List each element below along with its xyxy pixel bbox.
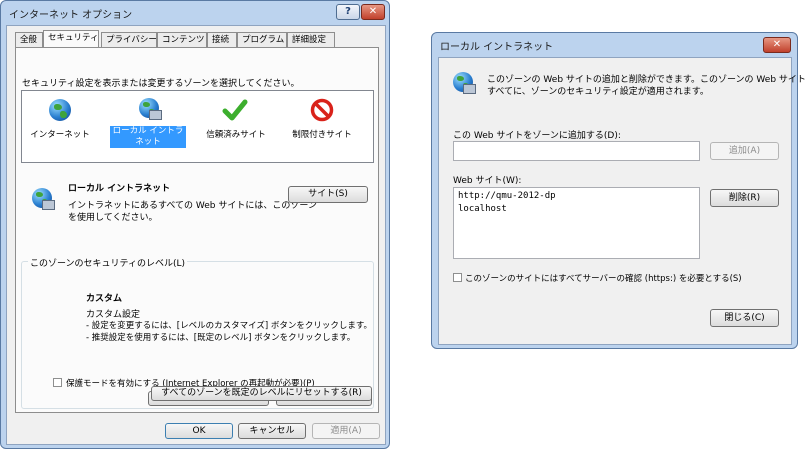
zone-info-description-line2: を使用してください。	[68, 213, 158, 223]
info-text-line2: すべてに、ゾーンのセキュリティ設定が適用されます。	[487, 87, 709, 97]
tab-general[interactable]: 全般	[15, 32, 43, 47]
dialog-title: ローカル イントラネット	[440, 42, 554, 53]
globe-icon	[49, 99, 71, 121]
title-bar[interactable]: インターネット オプション ? ✕	[1, 1, 389, 25]
help-icon: ?	[345, 6, 351, 17]
list-item[interactable]: http://qmu-2012-dp	[458, 191, 556, 201]
close-dialog-button[interactable]: 閉じる(C)	[710, 309, 779, 327]
zone-label: ローカル イントラネット	[110, 126, 186, 148]
tab-connections[interactable]: 接続	[207, 32, 237, 47]
zone-restricted-sites[interactable]: 制限付きサイト	[284, 95, 360, 155]
local-intranet-dialog: ローカル イントラネット ✕ このゾーンの Web サイトの追加と削除ができます…	[431, 32, 806, 349]
remove-button[interactable]: 削除(R)	[710, 189, 779, 207]
tab-security[interactable]: セキュリティ	[43, 30, 99, 47]
intranet-globe-icon	[451, 72, 477, 96]
reset-all-zones-button[interactable]: すべてのゾーンを既定のレベルにリセットする(R)	[151, 386, 372, 401]
websites-list[interactable]: http://qmu-2012-dp localhost	[453, 187, 700, 259]
tab-advanced[interactable]: 詳細設定	[287, 32, 335, 47]
security-level-group-label: このゾーンのセキュリティのレベル(L)	[28, 256, 188, 269]
zone-list[interactable]: インターネット ローカル イントラネット 信頼済みサイト 制限付きサイト	[21, 90, 374, 163]
tab-content[interactable]: コンテンツ	[157, 32, 207, 47]
list-item[interactable]: localhost	[458, 204, 507, 214]
title-bar[interactable]: ローカル イントラネット ✕	[432, 33, 797, 57]
ok-button[interactable]: OK	[165, 423, 233, 439]
security-level-bullet-1: - 設定を変更するには、[レベルのカスタマイズ] ボタンをクリックします。	[86, 321, 373, 331]
zone-local-intranet[interactable]: ローカル イントラネット	[108, 95, 188, 159]
internet-options-dialog: インターネット オプション ? ✕ 全般 セキュリティ プライバシー コンテンツ…	[0, 0, 390, 449]
zone-label: 制限付きサイト	[292, 130, 352, 140]
add-site-input[interactable]	[453, 141, 700, 161]
add-site-label: この Web サイトをゾーンに追加する(D):	[453, 131, 621, 141]
add-button[interactable]: 追加(A)	[710, 142, 779, 160]
zone-internet[interactable]: インターネット	[30, 95, 90, 155]
security-tab-panel: セキュリティ設定を表示または変更するゾーンを選択してください。 インターネット	[15, 47, 379, 413]
https-required-checkbox[interactable]	[453, 273, 462, 282]
https-required-label: このゾーンのサイトにはすべてサーバーの確認 (https:) を必要とする(S)	[465, 274, 742, 284]
security-level-title: カスタム	[86, 294, 123, 304]
zone-label: インターネット	[30, 130, 90, 140]
dialog-title: インターネット オプション	[9, 10, 133, 21]
sites-button[interactable]: サイト(S)	[288, 186, 368, 203]
tab-programs[interactable]: プログラム	[237, 32, 287, 47]
green-check-icon	[222, 99, 248, 121]
cancel-button[interactable]: キャンセル	[238, 423, 306, 439]
zone-label: 信頼済みサイト	[206, 130, 266, 140]
zone-trusted-sites[interactable]: 信頼済みサイト	[198, 95, 274, 155]
dialog-client-area: 全般 セキュリティ プライバシー コンテンツ 接続 プログラム 詳細設定 セキュ…	[6, 25, 386, 445]
close-icon: ✕	[772, 39, 782, 50]
zone-info-heading: ローカル イントラネット	[68, 184, 171, 194]
close-button[interactable]: ✕	[763, 37, 791, 53]
close-icon: ✕	[368, 6, 378, 17]
dialog-client-area: このゾーンの Web サイトの追加と削除ができます。このゾーンの Web サイト…	[438, 57, 806, 345]
intranet-globe-icon	[137, 98, 163, 122]
websites-label: Web サイト(W):	[453, 176, 522, 186]
tab-privacy[interactable]: プライバシー	[101, 32, 157, 47]
red-prohibit-icon	[310, 98, 334, 122]
apply-button[interactable]: 適用(A)	[312, 423, 380, 439]
protected-mode-checkbox[interactable]	[53, 378, 62, 387]
zone-info-icon	[30, 188, 56, 212]
help-button[interactable]: ?	[336, 4, 360, 20]
security-level-bullet-2: - 推奨設定を使用するには、[既定のレベル] ボタンをクリックします。	[86, 333, 356, 343]
close-button[interactable]: ✕	[361, 4, 385, 20]
zone-select-instruction: セキュリティ設定を表示または変更するゾーンを選択してください。	[22, 79, 300, 89]
